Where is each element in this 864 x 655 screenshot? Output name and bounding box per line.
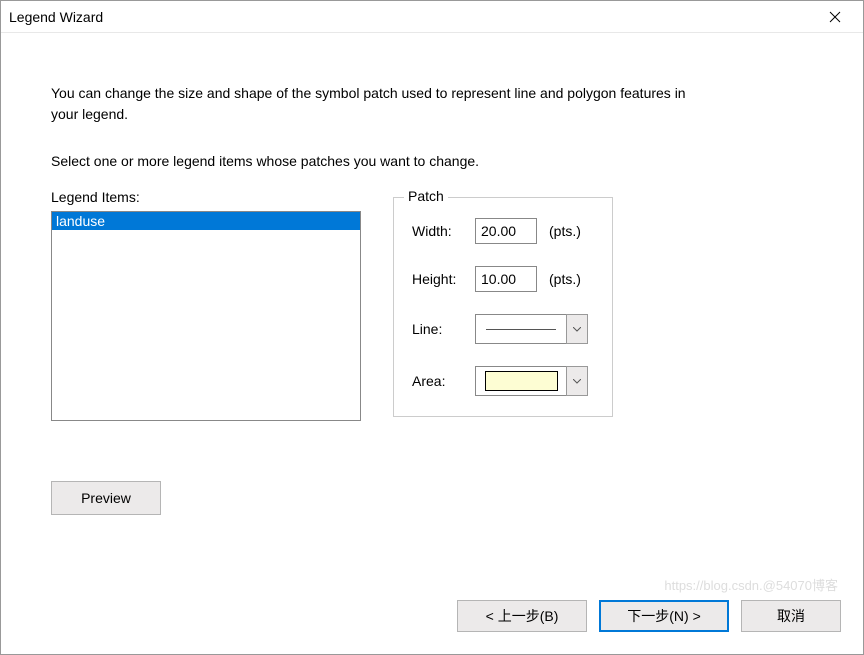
close-button[interactable]: [815, 3, 855, 31]
chevron-down-icon: [573, 379, 581, 384]
cancel-button[interactable]: 取消: [741, 600, 841, 632]
preview-button[interactable]: Preview: [51, 481, 161, 515]
instruction-text-1: You can change the size and shape of the…: [51, 83, 691, 125]
area-style-combo[interactable]: [475, 366, 588, 396]
instruction-text-2: Select one or more legend items whose pa…: [51, 153, 813, 169]
next-button[interactable]: 下一步(N) >: [599, 600, 729, 632]
close-icon: [829, 11, 841, 23]
line-sample-icon: [486, 329, 556, 330]
legend-items-label: Legend Items:: [51, 189, 361, 205]
width-units: (pts.): [549, 223, 581, 239]
height-units: (pts.): [549, 271, 581, 287]
chevron-down-icon: [573, 327, 581, 332]
area-style-preview: [475, 366, 566, 396]
line-style-combo[interactable]: [475, 314, 588, 344]
watermark: https://blog.csdn.@54070博客: [664, 575, 838, 594]
list-item[interactable]: landuse: [52, 212, 360, 230]
area-sample-icon: [485, 371, 558, 391]
height-label: Height:: [412, 271, 467, 287]
height-input[interactable]: [475, 266, 537, 292]
window-title: Legend Wizard: [9, 9, 815, 25]
patch-group: Patch Width: (pts.) Height: (pts.) Line:: [393, 197, 613, 417]
back-button[interactable]: < 上一步(B): [457, 600, 587, 632]
legend-items-listbox[interactable]: landuse: [51, 211, 361, 421]
width-input[interactable]: [475, 218, 537, 244]
width-label: Width:: [412, 223, 467, 239]
area-label: Area:: [412, 373, 467, 389]
line-label: Line:: [412, 321, 467, 337]
patch-group-label: Patch: [404, 188, 448, 204]
line-dropdown-button[interactable]: [566, 314, 588, 344]
line-style-preview: [475, 314, 566, 344]
titlebar: Legend Wizard: [1, 1, 863, 33]
area-dropdown-button[interactable]: [566, 366, 588, 396]
